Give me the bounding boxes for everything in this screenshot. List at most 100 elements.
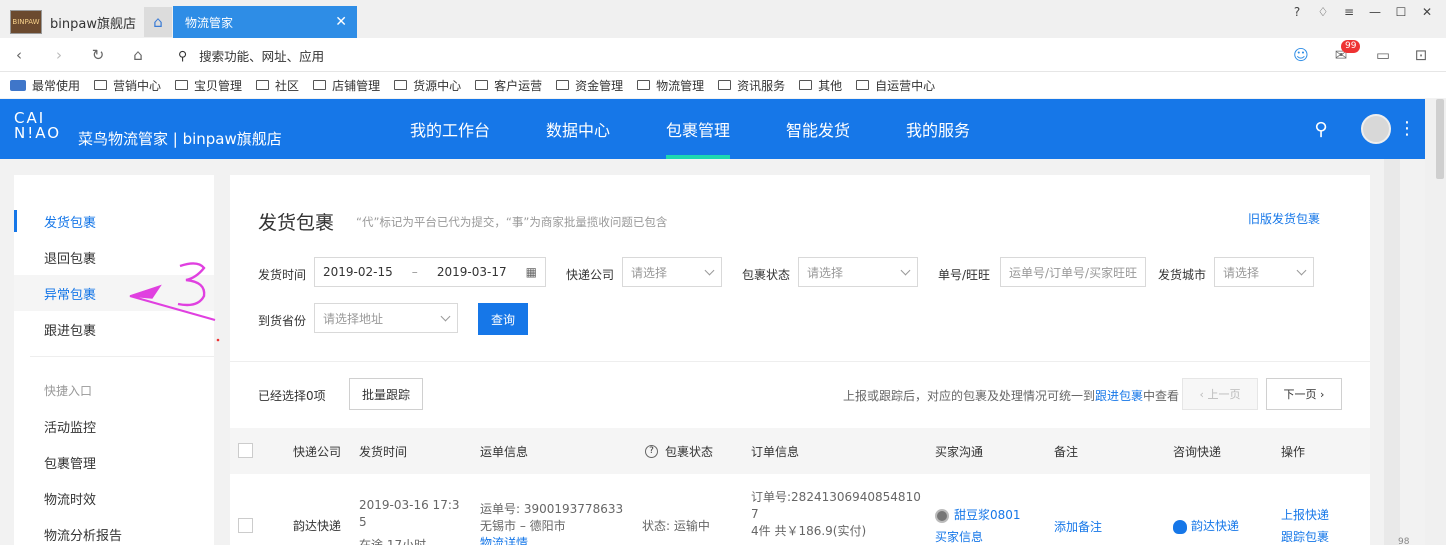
express-select[interactable]: 请选择 (622, 257, 722, 287)
tip-text: 上报或跟踪后，对应的包裹及处理情况可统一到 (843, 389, 1096, 403)
row-waybill: 运单号: 3900193778633 无锡市 – 德阳市 物流详情 (480, 501, 623, 545)
location-icon[interactable]: ⚲ (1311, 120, 1331, 140)
bookmark-folder[interactable]: 宝贝管理 (175, 77, 256, 94)
chevron-down-icon (440, 311, 451, 321)
bookmark-folder[interactable]: 资讯服务 (718, 77, 799, 94)
bookmark-folder[interactable]: 客户运营 (475, 77, 556, 94)
query-button[interactable]: 查询 (478, 303, 528, 335)
track-package-link[interactable]: 跟踪包裹 (1281, 529, 1329, 545)
nav-smart-shipping[interactable]: 智能发货 (786, 99, 850, 159)
status-select[interactable]: 请选择 (798, 257, 918, 287)
nav-data-center[interactable]: 数据中心 (546, 99, 610, 159)
logo-line: N!AO (14, 124, 62, 142)
column-header: 发货时间 (359, 445, 408, 459)
bookmark-folder[interactable]: 社区 (256, 77, 313, 94)
bookmark-folder[interactable]: 其他 (799, 77, 856, 94)
folder-icon (799, 80, 813, 90)
chevron-down-icon (900, 265, 911, 275)
row-checkbox[interactable] (238, 518, 253, 533)
bookmark-folder[interactable]: 资金管理 (556, 77, 637, 94)
forward-icon[interactable]: › (48, 44, 70, 66)
nav-package-management[interactable]: 包裹管理 (666, 99, 730, 159)
province-select[interactable]: 请选择地址 (314, 303, 458, 333)
home-tab-icon[interactable]: ⌂ (144, 7, 172, 37)
batch-track-button[interactable]: 批量跟踪 (349, 378, 423, 410)
column-header: 操作 (1281, 445, 1306, 459)
old-version-link[interactable]: 旧版发货包裹 (1248, 210, 1320, 227)
consult-express[interactable]: 韵达快递 (1173, 518, 1239, 535)
bookmark-folder[interactable]: 物流管理 (637, 77, 718, 94)
maximize-icon[interactable]: ☐ (1390, 2, 1412, 22)
bookmark-folder[interactable]: 自运营中心 (856, 77, 949, 94)
row-order-amount: 4件 共￥186.9(实付) (751, 524, 867, 538)
back-icon[interactable]: ‹ (8, 44, 30, 66)
selected-count: 已经选择0项 (258, 389, 326, 403)
scrollbar-thumb[interactable] (1436, 99, 1444, 179)
report-express-link[interactable]: 上报快递 (1281, 507, 1329, 524)
prev-page-button[interactable]: ‹ 上一页 (1182, 378, 1258, 410)
date-range-picker[interactable]: 2019-02-15 – 2019-03-17 ▦ (314, 257, 546, 287)
cainiao-logo[interactable]: CAI N!AO (14, 111, 61, 141)
buyer-name-link[interactable]: 甜豆浆0801 (954, 507, 1021, 524)
sidebar-item-package[interactable]: 包裹管理 (14, 444, 214, 480)
sidebar-item-activity[interactable]: 活动监控 (14, 408, 214, 444)
refresh-icon[interactable]: ↻ (87, 44, 109, 66)
status-placeholder: 请选择 (807, 265, 844, 280)
number-label: 单号/旺旺 (938, 268, 991, 282)
folder-icon (718, 80, 732, 90)
sidebar-item-analysis[interactable]: 物流分析报告 (14, 516, 214, 545)
page-scrollbar[interactable] (1425, 99, 1446, 545)
assistant-icon[interactable]: ☺ (1290, 44, 1312, 66)
mail-badge: 99 (1341, 40, 1361, 53)
express-placeholder: 请选择 (631, 265, 668, 280)
express-label: 快递公司 (566, 268, 615, 282)
row-time: 2019-03-16 17:3 5 在途 17小时 (359, 497, 460, 545)
province-placeholder: 请选择地址 (323, 311, 384, 326)
bookmark-folder[interactable]: 货源中心 (394, 77, 475, 94)
select-all-checkbox[interactable] (238, 443, 253, 458)
active-tab-label: 物流管家 (185, 15, 234, 30)
add-remark-link[interactable]: 添加备注 (1054, 519, 1102, 536)
card-icon[interactable]: ▭ (1372, 44, 1394, 66)
shop-tab[interactable]: BINPAW binpaw旗舰店 (10, 8, 140, 36)
next-page-button[interactable]: 下一页 › (1266, 378, 1342, 410)
nav-workbench[interactable]: 我的工作台 (410, 99, 490, 159)
city-placeholder: 请选择 (1223, 265, 1260, 280)
row-buyer: 甜豆浆0801 买家信息 (935, 507, 1021, 545)
page-title: 发货包裹 (258, 212, 335, 234)
more-vertical-icon[interactable]: ⋮ (1398, 118, 1416, 140)
menu-icon[interactable]: ≡ (1338, 2, 1360, 22)
scroll-number: 98 (1398, 537, 1410, 545)
help-icon[interactable]: ? (1286, 2, 1308, 22)
minimize-icon[interactable]: — (1364, 2, 1386, 22)
bookmark-folder[interactable]: 营销中心 (94, 77, 175, 94)
date-from: 2019-02-15 (323, 265, 393, 279)
row-waybill-number: 运单号: 3900193778633 (480, 502, 624, 516)
address-bar[interactable]: ⚲ 搜索功能、网址、应用 (178, 44, 778, 66)
avatar[interactable] (1361, 114, 1391, 144)
skin-icon[interactable]: ♢ (1312, 2, 1334, 22)
sidebar-item-shipped[interactable]: 发货包裹 (14, 203, 214, 239)
nav-my-services[interactable]: 我的服务 (906, 99, 970, 159)
logistics-detail-link[interactable]: 物流详情 (480, 535, 623, 545)
follow-package-link[interactable]: 跟进包裹 (1095, 389, 1143, 403)
buyer-info-link[interactable]: 买家信息 (935, 529, 1021, 545)
close-window-icon[interactable]: ✕ (1416, 2, 1438, 22)
close-tab-icon[interactable]: ✕ (335, 14, 347, 30)
bookmark-frequent[interactable]: 最常使用 (10, 77, 94, 94)
content-scrollbar[interactable] (1384, 159, 1400, 545)
follow-tip: 上报或跟踪后，对应的包裹及处理情况可统一到跟进包裹中查看 (843, 387, 1179, 404)
row-status: 状态: 运输中 (642, 519, 710, 533)
bookmark-folder[interactable]: 店铺管理 (313, 77, 394, 94)
number-input[interactable]: 运单号/订单号/买家旺旺 (1000, 257, 1146, 287)
tip-text: 中查看 (1143, 389, 1180, 403)
site-home-icon[interactable]: ⌂ (127, 44, 149, 66)
column-header: 订单信息 (751, 445, 800, 459)
active-tab[interactable]: 物流管家 ✕ (173, 6, 357, 38)
help-circle-icon[interactable]: ? (645, 445, 658, 458)
bag-icon[interactable]: ⊡ (1410, 44, 1432, 66)
row-time-text: 2019-03-16 17:3 (359, 498, 460, 512)
bookmark-label: 资讯服务 (737, 78, 786, 93)
sidebar-item-timeliness[interactable]: 物流时效 (14, 480, 214, 516)
city-select[interactable]: 请选择 (1214, 257, 1314, 287)
